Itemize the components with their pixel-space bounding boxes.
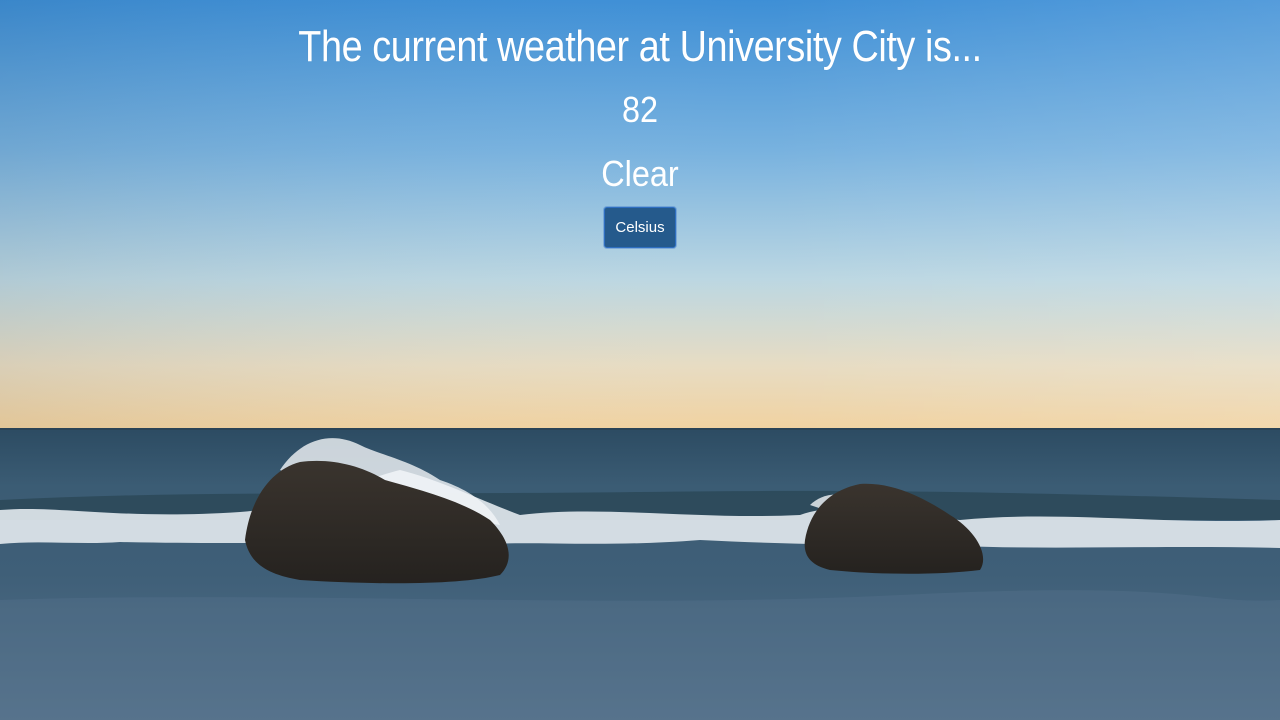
unit-toggle-button[interactable]: Celsius: [604, 207, 676, 248]
weather-panel: The current weather at University City i…: [0, 0, 1280, 248]
weather-condition: Clear: [601, 153, 679, 194]
weather-headline: The current weather at University City i…: [298, 22, 982, 71]
temperature-value: 82: [621, 89, 659, 130]
